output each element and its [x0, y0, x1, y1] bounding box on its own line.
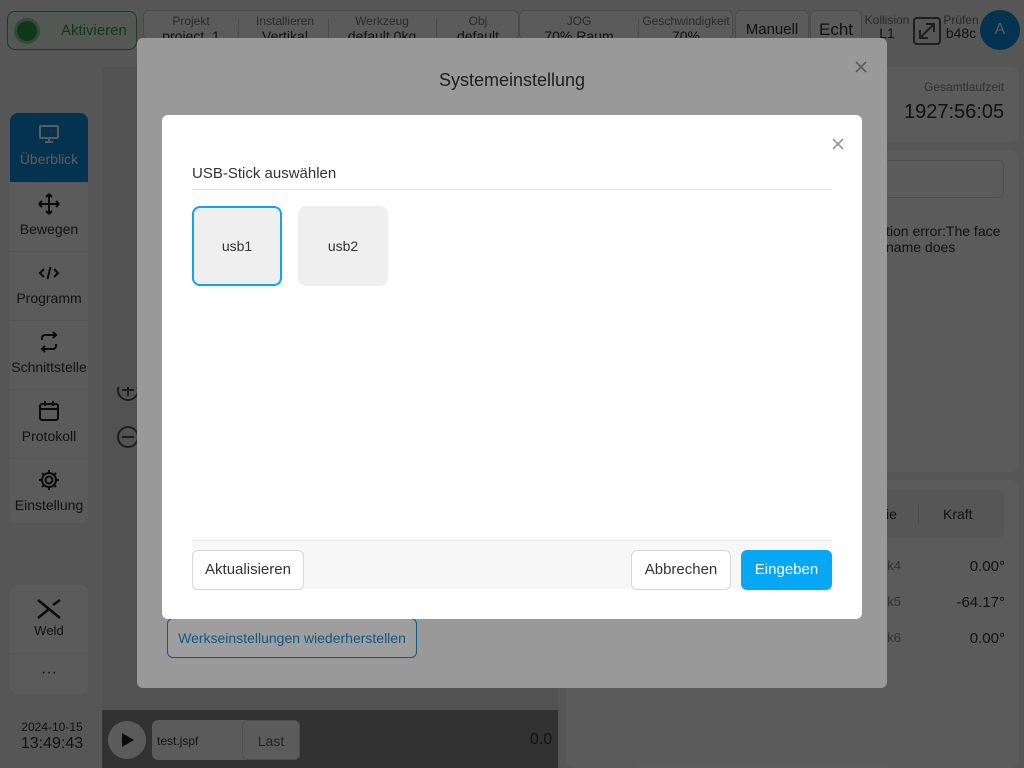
cancel-button[interactable]: Abbrechen — [631, 550, 731, 590]
usb-device-card[interactable]: usb1 — [192, 206, 282, 286]
submit-button[interactable]: Eingeben — [741, 550, 832, 590]
divider — [192, 189, 832, 190]
usb-select-modal: USB-Stick auswählen usb1 usb2 Aktualisie… — [162, 115, 862, 619]
close-icon[interactable] — [831, 137, 845, 151]
refresh-button[interactable]: Aktualisieren — [192, 550, 304, 590]
usb-device-card[interactable]: usb2 — [298, 206, 388, 286]
modal-footer: Aktualisieren Abbrechen Eingeben — [192, 540, 832, 590]
modal-title: USB-Stick auswählen — [192, 165, 337, 182]
